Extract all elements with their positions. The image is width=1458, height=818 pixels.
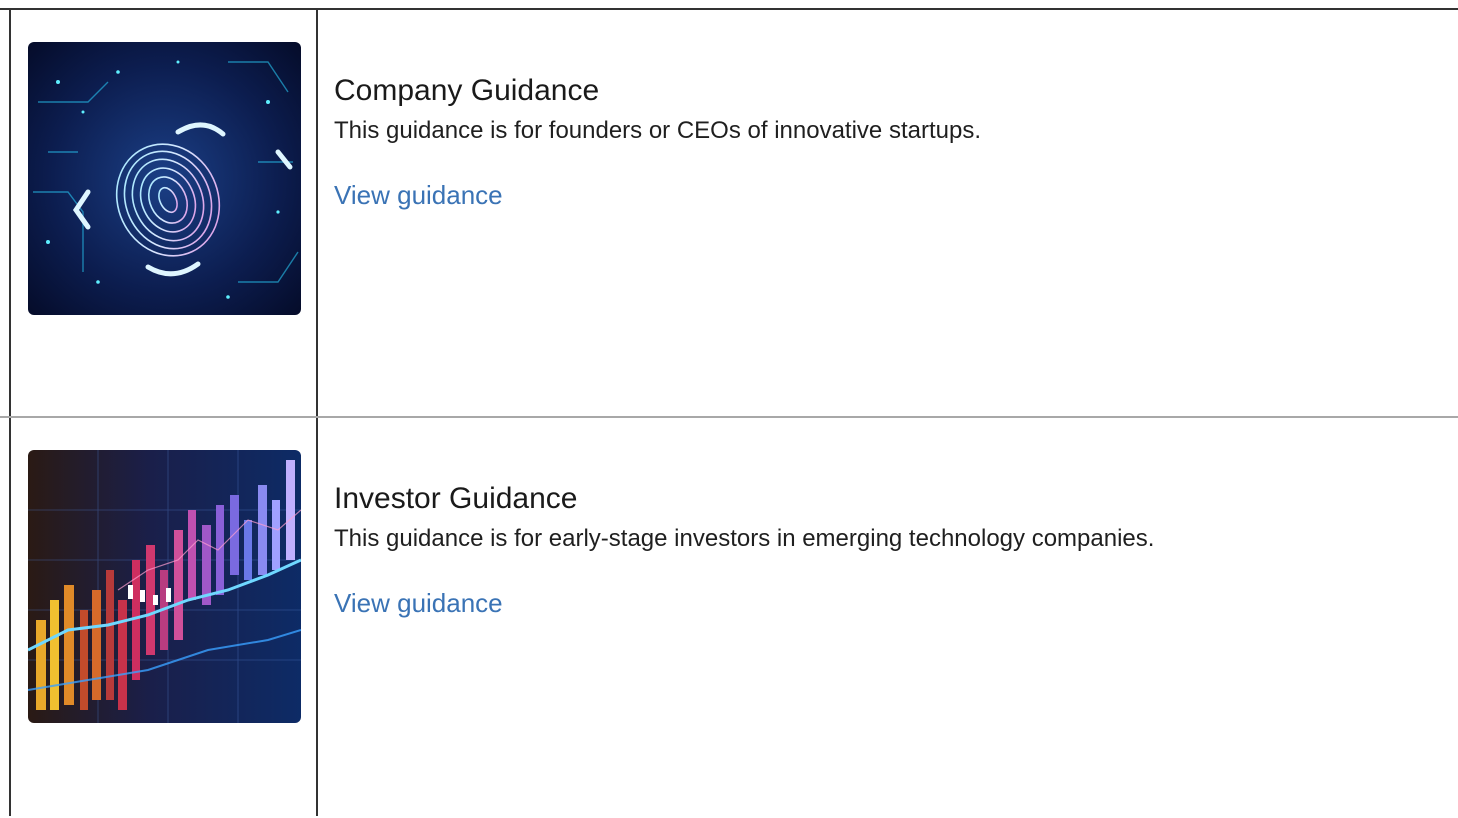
fingerprint-icon [28, 42, 301, 315]
view-guidance-link[interactable]: View guidance [334, 586, 503, 620]
card-title: Investor Guidance [334, 482, 578, 515]
card-description: This guidance is for founders or CEOs of… [334, 117, 981, 144]
guidance-card-investor: Investor Guidance This guidance is for e… [0, 418, 1458, 818]
card-title: Company Guidance [334, 74, 600, 107]
card-description: This guidance is for early-stage investo… [334, 525, 1155, 552]
guidance-card-company: Company Guidance This guidance is for fo… [0, 10, 1458, 410]
card-content: Investor Guidance This guidance is for e… [334, 480, 1444, 620]
card-content: Company Guidance This guidance is for fo… [334, 72, 1444, 212]
view-guidance-link[interactable]: View guidance [334, 178, 503, 212]
stock-chart-icon [28, 450, 301, 723]
